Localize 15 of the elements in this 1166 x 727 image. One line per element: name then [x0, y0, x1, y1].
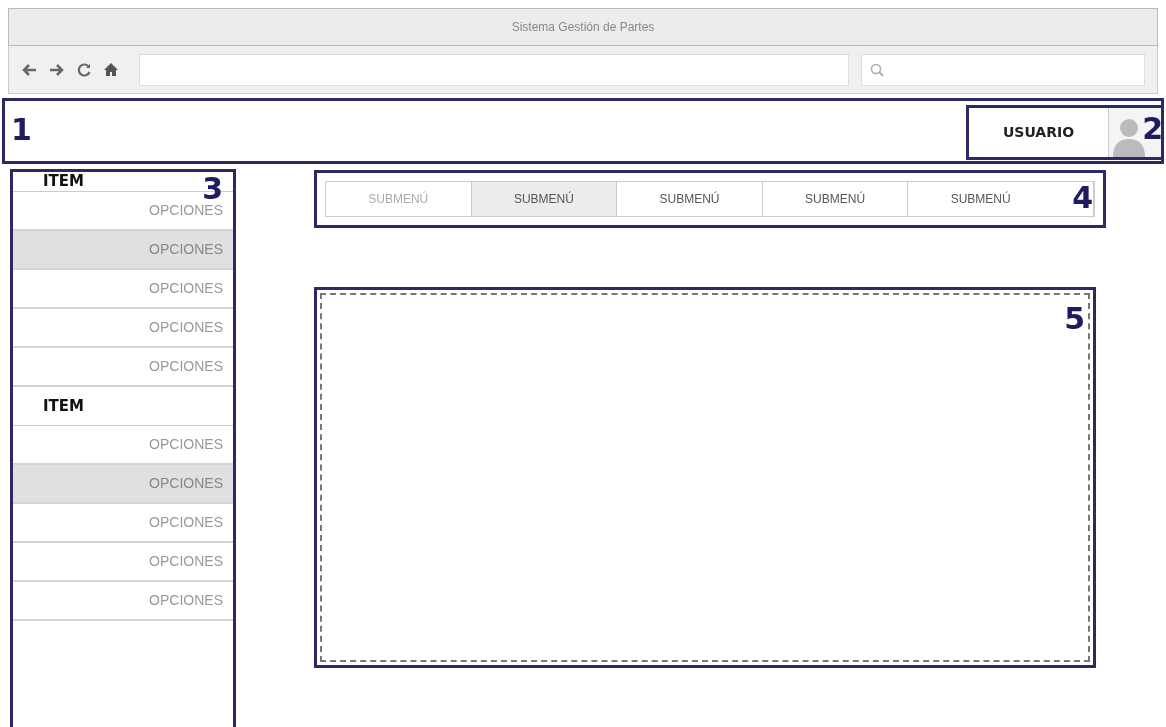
window-title: Sistema Gestión de Partes [511, 19, 655, 36]
annotation-number: 5 [1064, 304, 1085, 334]
reload-icon[interactable] [77, 62, 91, 77]
search-icon [870, 62, 884, 77]
annotation-number: 1 [11, 115, 32, 145]
sidebar-item[interactable]: OPCIONES [13, 465, 233, 504]
search-field[interactable] [861, 53, 1145, 86]
home-icon[interactable] [103, 62, 119, 77]
annotation-number: 4 [1072, 183, 1093, 213]
annotation-number: 2 [1142, 114, 1163, 144]
sidebar-item[interactable]: OPCIONES [13, 231, 233, 270]
forward-arrow-icon[interactable] [49, 62, 65, 77]
back-arrow-icon[interactable] [21, 62, 37, 77]
submenu-tab[interactable]: SUBMENÚ [471, 182, 618, 216]
address-field[interactable] [139, 53, 849, 86]
